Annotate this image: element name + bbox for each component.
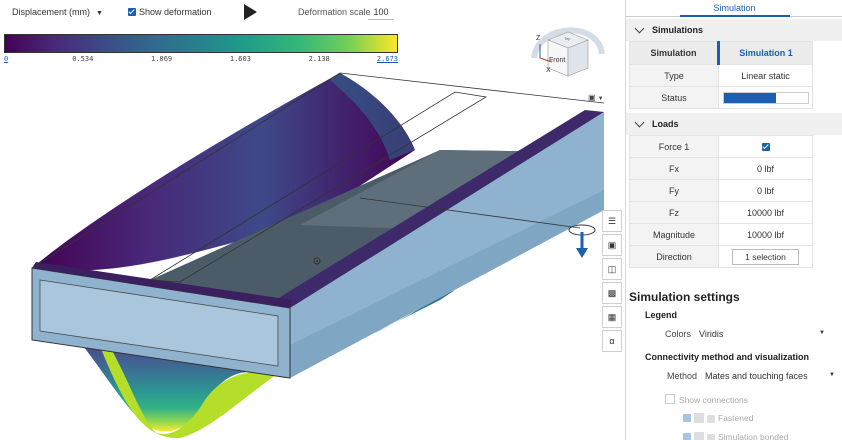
cube-top-label: Top: [564, 36, 571, 41]
table-row: Fy 0 lbf: [629, 179, 813, 202]
fy-label: Fy: [629, 179, 719, 202]
table-row: Direction 1 selection: [629, 245, 813, 268]
measure-icon[interactable]: ▩: [602, 282, 622, 304]
colors-dropdown[interactable]: Colors Viridis ▼: [629, 329, 839, 344]
status-label: Status: [629, 86, 719, 109]
color-swatch: [694, 413, 704, 423]
variables-icon[interactable]: α: [602, 330, 622, 352]
results-list-icon[interactable]: ☰: [602, 210, 622, 232]
solid-view-icon[interactable]: ▦: [602, 306, 622, 328]
panel-tab-bar: Simulation: [626, 0, 842, 17]
table-row: Force 1: [629, 135, 813, 158]
magnitude-label: Magnitude: [629, 223, 719, 246]
deformation-scale-label: Deformation scale: [298, 7, 371, 17]
tab-simulation[interactable]: Simulation: [679, 0, 790, 17]
fx-label: Fx: [629, 157, 719, 180]
view-cube[interactable]: Front Top Z X: [526, 10, 608, 90]
simulation-1-tab[interactable]: Simulation 1: [717, 41, 813, 65]
part-view-icon[interactable]: ▣: [602, 234, 622, 256]
result-quantity-label: Displacement (mm): [12, 7, 91, 17]
show-deformation-toggle[interactable]: Show deformation: [128, 7, 212, 17]
chevron-down-icon: ▼: [829, 372, 835, 378]
checkbox-unchecked-icon[interactable]: [665, 394, 675, 404]
axis-z-label: Z: [536, 35, 541, 42]
force-1-label: Force 1: [629, 135, 719, 158]
legend-subheading: Legend: [645, 310, 678, 320]
force-1-toggle-cell: [718, 135, 813, 158]
axis-x-label: X: [546, 67, 551, 74]
cube-front-label: Front: [549, 57, 565, 64]
checkbox-checked-icon[interactable]: [128, 8, 136, 16]
simulation-settings: Simulation settings Legend Colors Viridi…: [629, 290, 839, 440]
loads-section-header[interactable]: Loads: [626, 113, 842, 135]
table-row: Type Linear static: [629, 64, 813, 87]
loads-header-label: Loads: [652, 119, 679, 129]
simulation-panel: Simulation Simulations Simulation Simula…: [625, 0, 842, 440]
magnitude-value[interactable]: 10000 lbf: [718, 223, 813, 246]
checkbox-checked-icon[interactable]: [761, 142, 770, 151]
section-view-icon[interactable]: ◫: [602, 258, 622, 280]
show-deformation-label: Show deformation: [139, 7, 212, 17]
color-swatch: [694, 432, 704, 440]
play-animation-button[interactable]: [244, 4, 257, 20]
show-connections-row[interactable]: Show connections: [629, 394, 839, 407]
simulation-bonded-row: Simulation bonded: [629, 432, 839, 440]
method-dropdown[interactable]: Method Mates and touching faces ▼: [629, 371, 839, 386]
type-value: Linear static: [718, 64, 813, 87]
status-progress-bar: [722, 91, 809, 104]
fz-label: Fz: [629, 201, 719, 224]
checkbox-disabled-icon: [683, 414, 691, 422]
connection-type-icon: [707, 415, 715, 423]
direction-selection-box[interactable]: 1 selection: [732, 248, 799, 265]
direction-cell: 1 selection: [718, 245, 813, 268]
table-row: Fz 10000 lbf: [629, 201, 813, 224]
show-connections-label: Show connections: [679, 395, 748, 405]
checkbox-disabled-icon: [683, 433, 691, 440]
simulation-column-header: Simulation: [629, 41, 719, 65]
fastened-label: Fastened: [718, 413, 754, 423]
simulation-bonded-label: Simulation bonded: [718, 432, 789, 440]
chevron-down-icon: ▼: [819, 330, 825, 336]
deformed-model-view[interactable]: [0, 40, 622, 440]
chevron-down-icon: [634, 23, 645, 33]
display-mode-icon: ▣: [588, 93, 596, 102]
fz-value[interactable]: 10000 lbf: [718, 201, 813, 224]
deformation-scale-input[interactable]: [368, 4, 394, 20]
result-quantity-dropdown[interactable]: Displacement (mm) ▼: [12, 7, 103, 17]
table-row: Fx 0 lbf: [629, 157, 813, 180]
simulation-settings-title: Simulation settings: [629, 290, 740, 304]
simulations-table: Simulation Simulation 1 Type Linear stat…: [629, 41, 813, 109]
colors-label: Colors: [665, 329, 692, 339]
loads-table: Force 1 Fx 0 lbf Fy 0 lbf Fz 10000 lbf M…: [629, 135, 813, 268]
force-arrow-head: [576, 248, 588, 258]
status-cell: [718, 86, 813, 109]
table-row: Magnitude 10000 lbf: [629, 223, 813, 246]
simulations-section-header[interactable]: Simulations: [626, 19, 842, 41]
fastened-row: Fastened: [629, 413, 839, 426]
method-label: Method: [667, 371, 698, 381]
viewport-tools: ☰ ▣ ◫ ▩ ▦ α: [602, 210, 622, 354]
table-row: Status: [629, 86, 813, 109]
connectivity-subheading: Connectivity method and visualization: [645, 352, 810, 362]
colors-value: Viridis: [699, 329, 724, 339]
view-options-dropdown[interactable]: ▣ ▼: [588, 93, 604, 102]
connection-type-icon: [707, 434, 715, 440]
chevron-down-icon: [634, 117, 645, 127]
graphics-viewport[interactable]: Displacement (mm) ▼ Show deformation Defo…: [0, 0, 622, 440]
chevron-down-icon: ▼: [597, 96, 604, 102]
type-label: Type: [629, 64, 719, 87]
fx-value[interactable]: 0 lbf: [718, 157, 813, 180]
table-row: Simulation Simulation 1: [629, 41, 813, 65]
fy-value[interactable]: 0 lbf: [718, 179, 813, 202]
chevron-down-icon: ▼: [96, 10, 103, 17]
status-progress-fill: [723, 92, 776, 103]
method-value: Mates and touching faces: [705, 371, 808, 381]
direction-label: Direction: [629, 245, 719, 268]
simulations-header-label: Simulations: [652, 25, 704, 35]
